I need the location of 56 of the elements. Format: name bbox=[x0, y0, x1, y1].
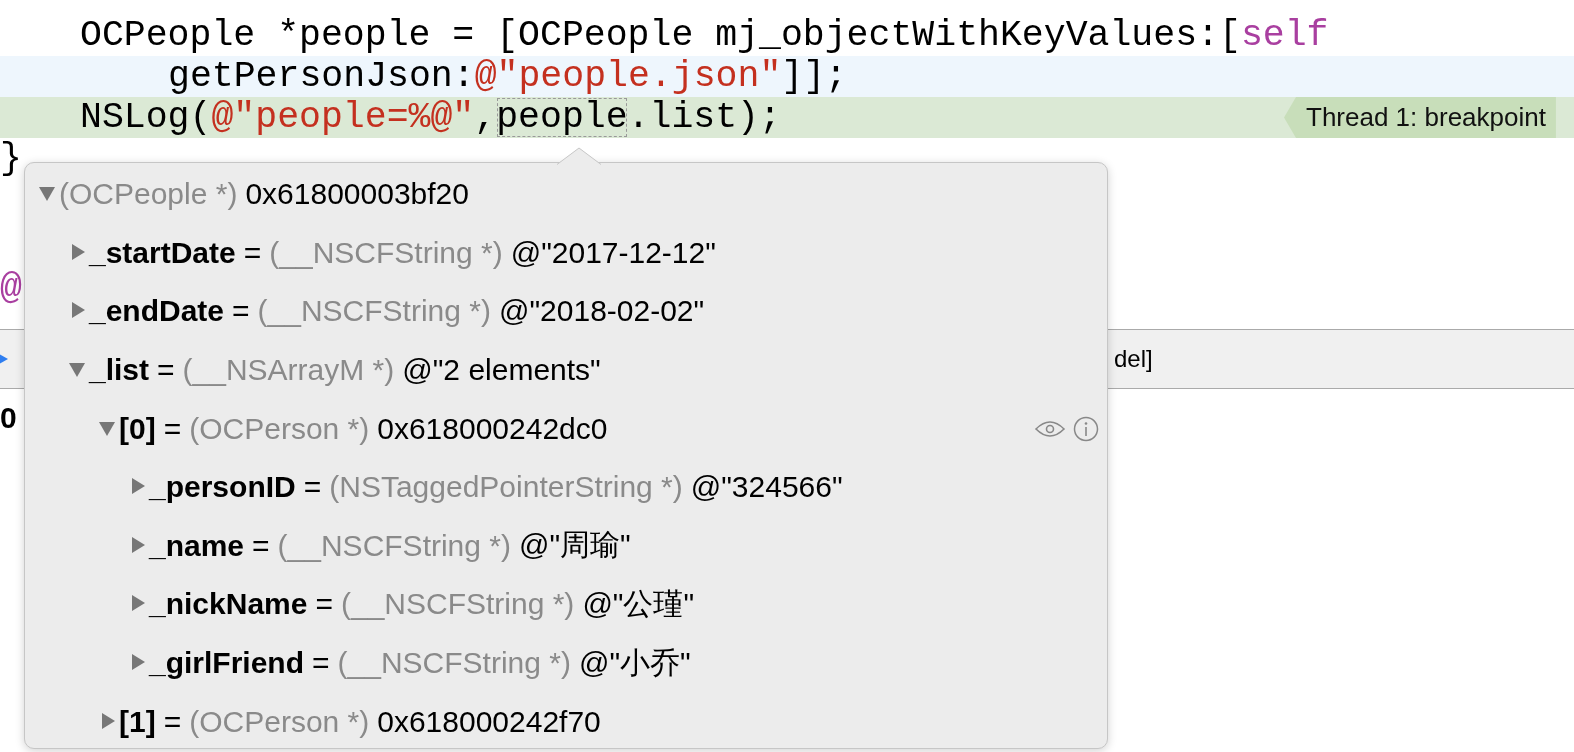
expand-triangle-icon[interactable] bbox=[129, 654, 145, 673]
variable-value: 0x618000242f70 bbox=[377, 704, 601, 739]
variable-type: (__NSCFString *) bbox=[277, 528, 511, 563]
variable-value: 0x61800003bf20 bbox=[245, 177, 469, 212]
code-line: } bbox=[0, 138, 22, 179]
variable-name: _girlFriend bbox=[149, 646, 305, 681]
equals-sign: = bbox=[232, 294, 250, 329]
variable-name: [1] bbox=[119, 704, 156, 739]
variable-name: _personID bbox=[149, 470, 296, 505]
variable-type: (OCPeople *) bbox=[59, 177, 238, 212]
variable-value: @"324566" bbox=[690, 470, 843, 505]
variable-value: @"2018-02-02" bbox=[499, 294, 705, 329]
eye-icon[interactable] bbox=[1035, 418, 1065, 439]
variable-name: _startDate bbox=[89, 235, 236, 270]
equals-sign: = bbox=[163, 411, 182, 446]
variable-value: 0x618000242dc0 bbox=[377, 411, 608, 446]
console-text: 0 bbox=[0, 401, 17, 434]
expand-triangle-icon[interactable] bbox=[129, 536, 145, 555]
code-line: getPersonJson:@"people.json"]]; bbox=[168, 56, 848, 97]
variable-value: @"2017-12-12" bbox=[510, 235, 716, 270]
breakpoint-annotation: Thread 1: breakpoint bbox=[1284, 97, 1556, 138]
variable-type: (__NSCFString *) bbox=[337, 646, 571, 681]
expand-triangle-icon[interactable] bbox=[129, 595, 145, 614]
info-icon[interactable] bbox=[1073, 415, 1099, 442]
code-line: NSLog(@"people=%@",people.list); bbox=[80, 97, 781, 138]
equals-sign: = bbox=[252, 528, 270, 563]
expand-triangle-icon[interactable] bbox=[129, 478, 145, 497]
code-line: OCPeople *people = [OCPeople mj_objectWithKeyValues:[self bbox=[80, 15, 1329, 56]
variable-type: (__NSCFString *) bbox=[340, 587, 575, 622]
expand-triangle-icon[interactable] bbox=[99, 712, 115, 731]
variable-type: (OCPerson *) bbox=[189, 411, 370, 446]
equals-sign: = bbox=[312, 646, 330, 681]
variable-type: (__NSCFString *) bbox=[257, 294, 491, 329]
variable-type: (OCPerson *) bbox=[189, 704, 370, 739]
variable-type: (__NSCFString *) bbox=[269, 235, 503, 270]
variable-type: (__NSArrayM *) bbox=[182, 353, 395, 388]
variable-name: _name bbox=[149, 528, 245, 563]
variable-value: @"周瑜" bbox=[519, 527, 631, 564]
expand-triangle-icon[interactable] bbox=[69, 302, 85, 321]
equals-sign: = bbox=[303, 470, 322, 505]
equals-sign: = bbox=[243, 235, 262, 270]
variable-name: _nickName bbox=[149, 587, 308, 622]
code-text: @ bbox=[0, 268, 22, 309]
expand-triangle-icon[interactable] bbox=[69, 243, 85, 262]
equals-sign: = bbox=[315, 587, 333, 622]
variable-name: _endDate bbox=[89, 294, 225, 329]
equals-sign: = bbox=[157, 353, 175, 388]
variable-value: @"公瑾" bbox=[582, 585, 695, 622]
variable-name: [0] bbox=[119, 411, 156, 446]
variable-value: @"2 elements" bbox=[402, 353, 601, 388]
variable-type: (NSTaggedPointerString *) bbox=[329, 470, 683, 505]
debug-bar-text: del] bbox=[1114, 345, 1153, 373]
variable-name: _list bbox=[89, 353, 150, 388]
collapse-triangle-icon[interactable] bbox=[99, 419, 115, 438]
equals-sign: = bbox=[163, 704, 182, 739]
variable-value: @"小乔" bbox=[578, 644, 691, 681]
